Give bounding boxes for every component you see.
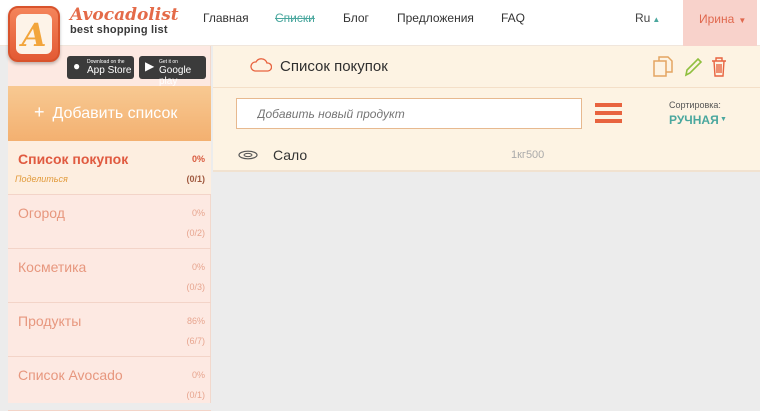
language-selector[interactable]: Ru ▲ (635, 11, 660, 25)
appstore-big-text: App Store (87, 65, 132, 76)
nav-lists[interactable]: Списки (275, 11, 315, 25)
user-name: Ирина (699, 12, 735, 26)
app-logo[interactable]: A (8, 6, 60, 62)
brand-title[interactable]: Avocadolist (70, 5, 179, 25)
list-name: Продукты (18, 313, 82, 329)
edit-pencil-icon[interactable] (683, 56, 703, 78)
menu-icon[interactable] (595, 103, 622, 124)
sidebar: ● Download on the App Store ▶ Get it on … (8, 46, 211, 411)
googleplay-big-text: Google play (159, 65, 192, 87)
sidebar-list-item[interactable]: Список покупок 0% Поделиться (0/1) (8, 141, 211, 195)
list-name: Список Avocado (18, 367, 123, 383)
nav-offers[interactable]: Предложения (397, 11, 474, 25)
product-name: Сало (273, 147, 308, 163)
chevron-down-icon[interactable]: ▼ (720, 116, 727, 123)
nav-blog[interactable]: Блог (343, 11, 369, 25)
caret-up-icon: ▲ (652, 15, 661, 24)
list-header: Список покупок (213, 46, 760, 88)
list-percent: 0% (191, 208, 205, 218)
sidebar-list-item[interactable]: Огород 0% (0/2) (8, 195, 211, 249)
chevron-down-icon: ▼ (738, 16, 747, 25)
add-list-button[interactable]: + Добавить список (8, 86, 211, 141)
user-menu[interactable]: Ирина ▼ (683, 0, 757, 46)
list-count: (0/2) (186, 228, 205, 238)
list-count: (0/3) (186, 282, 205, 292)
list-name: Список покупок (18, 151, 129, 167)
nav-home[interactable]: Главная (203, 11, 249, 25)
list-percent: 0% (191, 154, 205, 164)
new-product-input[interactable] (236, 98, 582, 129)
product-row[interactable]: Сало 1кг500 (213, 140, 760, 172)
list-count: (0/1) (186, 174, 205, 184)
cloud-icon[interactable] (250, 58, 272, 72)
language-code: Ru (635, 11, 651, 25)
sort-dropdown[interactable]: РУЧНАЯ (669, 113, 719, 127)
list-title: Список покупок (280, 58, 388, 75)
appstore-badge[interactable]: ● Download on the App Store (67, 56, 134, 79)
logo-inner: A (16, 14, 52, 54)
nav-faq[interactable]: FAQ (501, 11, 525, 25)
trash-icon[interactable] (710, 56, 728, 78)
list-name: Огород (18, 205, 65, 221)
list-toolbar: Сортировка: РУЧНАЯ ▼ (213, 88, 760, 140)
add-list-label: Добавить список (52, 105, 178, 122)
product-quantity: 1кг500 (511, 149, 545, 161)
meat-icon (238, 150, 258, 160)
list-percent: 86% (186, 316, 205, 326)
apple-icon: ● (73, 59, 81, 73)
list-count: (6/7) (186, 336, 205, 346)
sidebar-list-item[interactable]: Продукты 86% (6/7) (8, 303, 211, 357)
brand-subtitle: best shopping list (70, 24, 168, 36)
play-icon: ▶ (145, 59, 155, 73)
share-link[interactable]: Поделиться (15, 174, 68, 184)
list-count: (0/1) (186, 390, 205, 400)
googleplay-badge[interactable]: ▶ Get it on Google play (139, 56, 206, 87)
top-bar: Avocadolist best shopping list Главная С… (0, 0, 760, 46)
sidebar-list-item[interactable]: Косметика 0% (0/3) (8, 249, 211, 303)
copy-icon[interactable] (653, 56, 673, 78)
plus-icon: + (34, 102, 45, 122)
sort-label: Сортировка: (669, 100, 721, 110)
list-percent: 0% (191, 370, 205, 380)
logo-letter: A (21, 16, 47, 54)
list-name: Косметика (18, 259, 87, 275)
list-percent: 0% (191, 262, 205, 272)
